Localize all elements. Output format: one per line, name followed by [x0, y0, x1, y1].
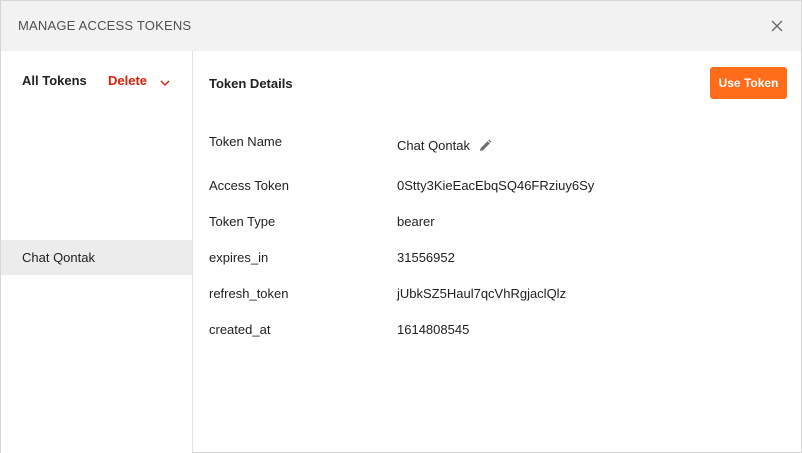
- token-sidebar: All Tokens Delete Chat Qontak: [1, 51, 193, 453]
- expires-in-label: expires_in: [209, 250, 269, 265]
- token-list-item-label: Chat Qontak: [22, 250, 95, 265]
- token-name-value: Chat Qontak: [397, 138, 470, 153]
- delete-dropdown-toggle[interactable]: [159, 75, 171, 86]
- refresh-token-value: jUbkSZ5Haul7qcVhRgjaclQlz: [397, 286, 567, 301]
- refresh-token-label: refresh_token: [209, 286, 289, 301]
- access-token-label: Access Token: [209, 178, 289, 193]
- use-token-button[interactable]: Use Token: [710, 67, 787, 99]
- all-tokens-label: All Tokens: [22, 73, 87, 88]
- delete-button[interactable]: Delete: [108, 73, 147, 88]
- access-token-value: 0Stty3KieEacEbqSQ46FRziuy6Sy: [397, 178, 595, 193]
- expires-in-value: 31556952: [397, 250, 455, 265]
- created-at-value: 1614808545: [397, 322, 470, 337]
- dialog-title: MANAGE ACCESS TOKENS: [18, 18, 192, 33]
- close-icon: [771, 20, 783, 32]
- token-details-heading: Token Details: [209, 76, 293, 91]
- edit-token-name-button[interactable]: [478, 139, 492, 153]
- close-button[interactable]: [767, 16, 787, 36]
- token-name-label: Token Name: [209, 134, 282, 149]
- token-list-item[interactable]: Chat Qontak: [1, 240, 192, 275]
- manage-access-tokens-dialog: MANAGE ACCESS TOKENS All Tokens Delete C…: [0, 0, 802, 453]
- chevron-down-icon: [160, 80, 170, 86]
- created-at-label: created_at: [209, 322, 271, 337]
- token-type-value: bearer: [397, 214, 435, 229]
- dialog-header: MANAGE ACCESS TOKENS: [1, 1, 801, 51]
- token-type-label: Token Type: [209, 214, 276, 229]
- token-details-panel: Token Details Use Token Token Name Chat …: [193, 51, 801, 453]
- pencil-icon: [480, 139, 492, 151]
